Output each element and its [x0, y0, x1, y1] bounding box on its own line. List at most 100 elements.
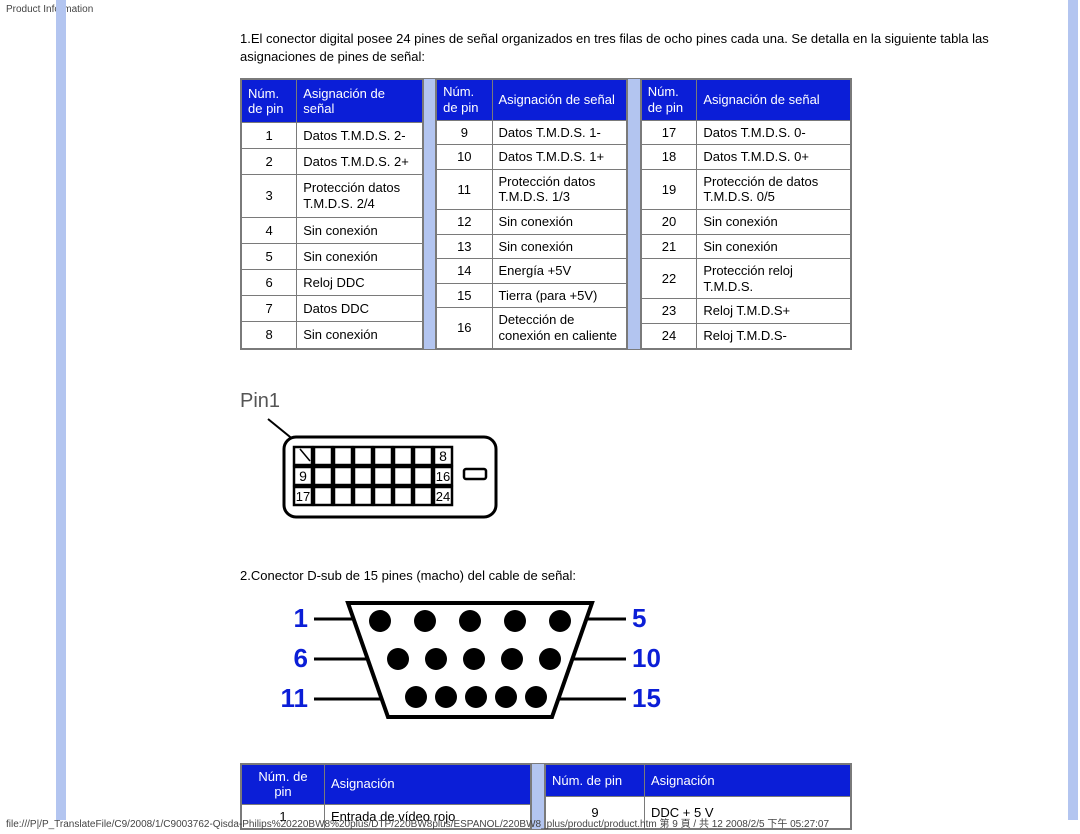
pin-assignment: Sin conexión — [297, 244, 422, 270]
dvi-num: 8 — [439, 448, 447, 464]
page-footer: file:///P|/P_TranslateFile/C9/2008/1/C90… — [6, 815, 829, 830]
table-row: 7Datos DDC — [242, 296, 423, 322]
dsub-num: 1 — [294, 603, 308, 633]
table-row: 19Protección de datos T.M.D.S. 0/5 — [641, 169, 850, 209]
pin-number: 6 — [242, 270, 297, 296]
table-row: 23Reloj T.M.D.S+ — [641, 299, 850, 324]
dsub-connector-icon: 1 6 11 5 10 15 — [270, 597, 680, 727]
table-row: 16Detección de conexión en caliente — [437, 308, 627, 348]
pin-number: 14 — [437, 259, 492, 284]
table-row: 6Reloj DDC — [242, 270, 423, 296]
table-row: 18Datos T.M.D.S. 0+ — [641, 145, 850, 170]
dsub-num: 11 — [281, 683, 309, 713]
pin-assignment: Reloj T.M.D.S- — [697, 323, 851, 348]
table-separator — [627, 79, 640, 348]
dsub-num: 10 — [632, 643, 661, 673]
table-row: 9Datos T.M.D.S. 1- — [437, 120, 627, 145]
pin-number: 5 — [242, 244, 297, 270]
pin-table-col-1: Núm. de pin Asignación de señal 1Datos T… — [241, 79, 423, 348]
pin-number: 20 — [641, 209, 697, 234]
pin-assignment: Reloj T.M.D.S+ — [697, 299, 851, 324]
pin-assignment: Sin conexión — [492, 234, 627, 259]
pin1-label: Pin1 — [240, 390, 1040, 413]
dvi-diagram: Pin1 8 9 16 17 — [240, 390, 1040, 527]
table-separator — [423, 79, 436, 348]
dvi-num: 17 — [296, 489, 310, 504]
pin-assignment: Sin conexión — [697, 234, 851, 259]
pin-number: 11 — [437, 169, 492, 209]
decorative-strip-right — [1068, 0, 1078, 820]
table-row: 14Energía +5V — [437, 259, 627, 284]
pin-assignment: Tierra (para +5V) — [492, 283, 627, 308]
pin-number: 9 — [437, 120, 492, 145]
table-row: 24Reloj T.M.D.S- — [641, 323, 850, 348]
decorative-strip-left — [56, 0, 66, 820]
pin-assignment: Datos T.M.D.S. 1- — [492, 120, 627, 145]
dsub-paragraph: 2.Conector D-sub de 15 pines (macho) del… — [240, 567, 1040, 585]
th-pin: Núm. de pin — [242, 764, 325, 804]
dvi-num: 9 — [299, 468, 307, 484]
pin-table-col-3: Núm. de pin Asignación de señal 17Datos … — [641, 79, 851, 348]
table-row: 12Sin conexión — [437, 209, 627, 234]
pin-number: 4 — [242, 217, 297, 243]
pin-number: 23 — [641, 299, 697, 324]
pin-assignment: Sin conexión — [297, 322, 422, 348]
table-row: 13Sin conexión — [437, 234, 627, 259]
table-row: 2Datos T.M.D.S. 2+ — [242, 149, 423, 175]
pin-number: 3 — [242, 175, 297, 218]
th-assign: Asignación de señal — [492, 80, 627, 120]
pin-number: 8 — [242, 322, 297, 348]
table-row: 3Protección datos T.M.D.S. 2/4 — [242, 175, 423, 218]
th-pin: Núm. de pin — [242, 80, 297, 123]
dvi-num: 24 — [436, 489, 450, 504]
intro-paragraph: 1.El conector digital posee 24 pines de … — [240, 30, 1030, 66]
pin-assignment: Protección datos T.M.D.S. 1/3 — [492, 169, 627, 209]
th-pin: Núm. de pin — [546, 764, 645, 796]
pin-assignment: Datos T.M.D.S. 2+ — [297, 149, 422, 175]
th-assign: Asignación — [645, 764, 851, 796]
page: Product Information 1.El conector digita… — [0, 0, 1080, 834]
pin-number: 2 — [242, 149, 297, 175]
pin-assignment: Datos DDC — [297, 296, 422, 322]
th-assign: Asignación — [325, 764, 531, 804]
pin-rows-2: 9Datos T.M.D.S. 1-10Datos T.M.D.S. 1+11P… — [437, 120, 627, 348]
pin-number: 16 — [437, 308, 492, 348]
pin-number: 13 — [437, 234, 492, 259]
pin-number: 1 — [242, 123, 297, 149]
table-row: 22Protección reloj T.M.D.S. — [641, 259, 850, 299]
th-assign: Asignación de señal — [297, 80, 422, 123]
pin-rows-1: 1Datos T.M.D.S. 2-2Datos T.M.D.S. 2+3Pro… — [242, 123, 423, 348]
pin-number: 22 — [641, 259, 697, 299]
th-pin: Núm. de pin — [437, 80, 492, 120]
pin-assignment: Protección de datos T.M.D.S. 0/5 — [697, 169, 851, 209]
table-row: 21Sin conexión — [641, 234, 850, 259]
pin-number: 10 — [437, 145, 492, 170]
dsub-num: 5 — [632, 603, 646, 633]
pin-assignment: Sin conexión — [697, 209, 851, 234]
pin-number: 15 — [437, 283, 492, 308]
table-row: 20Sin conexión — [641, 209, 850, 234]
pin-assignment: Sin conexión — [492, 209, 627, 234]
pin-assignment: Protección reloj T.M.D.S. — [697, 259, 851, 299]
pin-number: 17 — [641, 120, 697, 145]
pin-number: 21 — [641, 234, 697, 259]
table-row: 4Sin conexión — [242, 217, 423, 243]
dsub-num: 6 — [294, 643, 308, 673]
table-row: 8Sin conexión — [242, 322, 423, 348]
pin-number: 24 — [641, 323, 697, 348]
pin-assignment: Sin conexión — [297, 217, 422, 243]
pin-assignment: Datos T.M.D.S. 0+ — [697, 145, 851, 170]
pin-assignment: Datos T.M.D.S. 0- — [697, 120, 851, 145]
pin-assignment: Detección de conexión en caliente — [492, 308, 627, 348]
table-row: 11Protección datos T.M.D.S. 1/3 — [437, 169, 627, 209]
pin-assignment: Datos T.M.D.S. 1+ — [492, 145, 627, 170]
table-row: 1Datos T.M.D.S. 2- — [242, 123, 423, 149]
pin-assignment: Energía +5V — [492, 259, 627, 284]
table-row: 17Datos T.M.D.S. 0- — [641, 120, 850, 145]
pin-table-col-2: Núm. de pin Asignación de señal 9Datos T… — [436, 79, 627, 348]
pin-number: 12 — [437, 209, 492, 234]
table-row: 5Sin conexión — [242, 244, 423, 270]
pin-number: 7 — [242, 296, 297, 322]
pin-number: 18 — [641, 145, 697, 170]
pin-assignment: Protección datos T.M.D.S. 2/4 — [297, 175, 422, 218]
